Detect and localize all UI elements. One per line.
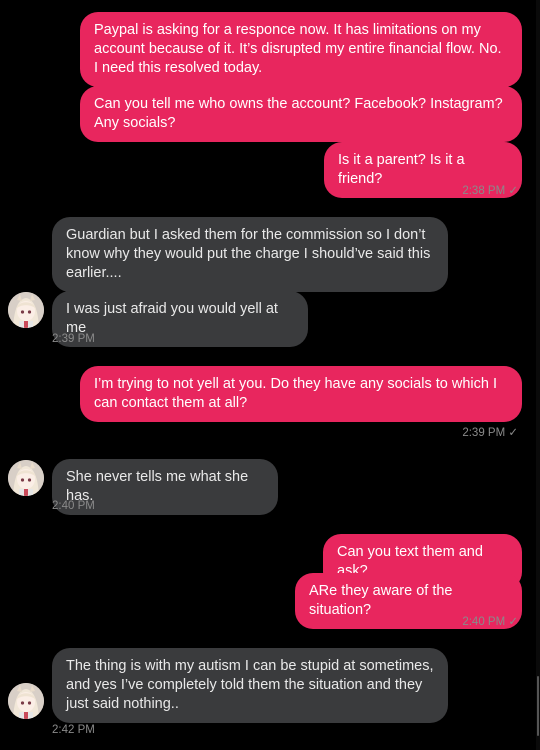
message-bubble-incoming[interactable]: The thing is with my autism I can be stu… — [52, 648, 448, 723]
message-timestamp: 2:39 PM — [52, 333, 95, 345]
message-bubble-incoming[interactable]: Guardian but I asked them for the commis… — [52, 217, 448, 292]
message-timestamp: 2:38 PM ✓ — [462, 185, 518, 197]
scrollbar-track[interactable] — [536, 0, 540, 750]
contact-avatar[interactable] — [8, 460, 44, 496]
scrollbar-thumb[interactable] — [537, 676, 539, 736]
anime-girl-avatar-icon — [8, 683, 44, 719]
contact-avatar[interactable] — [8, 683, 44, 719]
message-timestamp: 2:39 PM ✓ — [462, 427, 518, 439]
message-bubble-outgoing[interactable]: Can you tell me who owns the account? Fa… — [80, 86, 522, 142]
message-bubble-outgoing[interactable]: Paypal is asking for a responce now. It … — [80, 12, 522, 87]
anime-girl-avatar-icon — [8, 292, 44, 328]
message-timestamp: 2:40 PM — [52, 500, 95, 512]
contact-avatar[interactable] — [8, 292, 44, 328]
message-bubble-outgoing[interactable]: I’m trying to not yell at you. Do they h… — [80, 366, 522, 422]
anime-girl-avatar-icon — [8, 460, 44, 496]
message-timestamp: 2:42 PM — [52, 724, 95, 736]
message-timestamp: 2:40 PM ✓ — [462, 616, 518, 628]
